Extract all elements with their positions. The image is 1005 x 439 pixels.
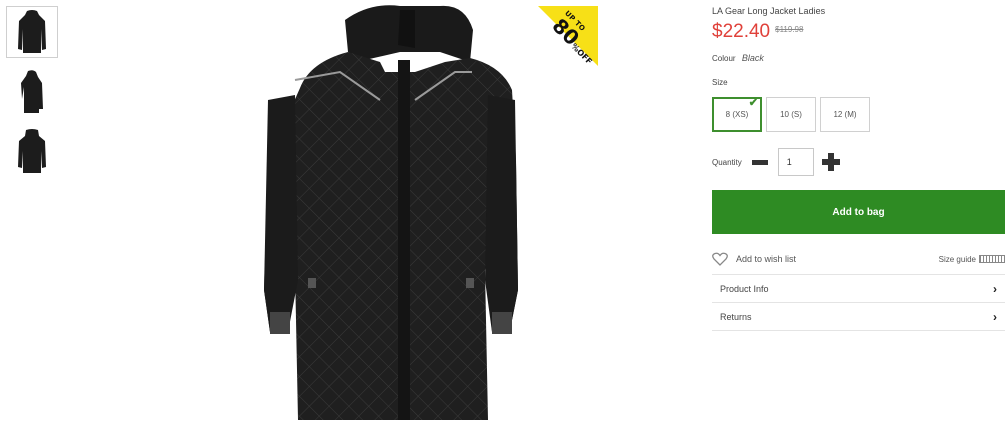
size-label: Size — [712, 78, 728, 87]
colour-label: Colour — [712, 54, 736, 63]
accordion-label: Product Info — [720, 283, 769, 294]
add-to-wish-list-link[interactable]: Add to wish list — [736, 254, 796, 264]
chevron-right-icon: › — [993, 281, 997, 296]
was-price: $119.98 — [775, 25, 804, 34]
quantity-input[interactable] — [777, 148, 814, 176]
discount-badge: UP TO 80%OFF — [538, 6, 598, 66]
colour-value: Black — [741, 53, 764, 63]
quantity-row: Quantity — [712, 148, 1005, 176]
wish-list-row: Add to wish list Size guide — [712, 248, 1005, 275]
jacket-back-thumbnail-image — [18, 129, 46, 173]
quantity-increase-button[interactable] — [821, 153, 840, 171]
size-option-label: 12 (M) — [833, 110, 857, 119]
quantity-label: Quantity — [712, 157, 742, 167]
jacket-thumbnail-image — [18, 10, 46, 53]
size-guide-label: Size guide — [938, 254, 976, 264]
jacket-side-thumbnail-image — [21, 70, 43, 113]
thumbnail-side[interactable] — [6, 66, 58, 118]
size-option-12-m[interactable]: 12 (M) — [820, 97, 870, 132]
size-option-label: 8 (XS) — [725, 110, 749, 119]
check-icon: ✔ — [748, 97, 758, 109]
ruler-icon — [979, 255, 1005, 263]
size-option-label: 10 (S) — [780, 110, 802, 119]
thumbnail-list — [6, 6, 60, 186]
accordion-returns[interactable]: Returns › — [712, 303, 1005, 331]
colour-row: Colour Black — [712, 53, 1005, 63]
add-to-bag-button[interactable]: Add to bag — [712, 190, 1005, 234]
size-option-8-xs[interactable]: 8 (XS) ✔ — [712, 97, 762, 132]
thumbnail-back[interactable] — [6, 126, 58, 178]
accordion-label: Returns — [720, 311, 752, 322]
chevron-right-icon: › — [993, 309, 997, 324]
product-title: LA Gear Long Jacket Ladies — [712, 6, 826, 16]
thumbnail-front[interactable] — [6, 6, 58, 58]
product-details-panel: LA Gear Long Jacket Ladies $22.40 $119.9… — [712, 0, 1005, 331]
size-guide-link[interactable]: Size guide — [939, 255, 1005, 264]
quantity-decrease-button[interactable] — [751, 159, 768, 165]
current-price: $22.40 — [712, 21, 771, 42]
price-row: $22.40 $119.98 — [712, 21, 1005, 43]
accordion-product-info[interactable]: Product Info › — [712, 275, 1005, 303]
size-option-10-s[interactable]: 10 (S) — [766, 97, 816, 132]
size-options: 8 (XS) ✔ 10 (S) 12 (M) — [712, 97, 1005, 132]
heart-icon[interactable] — [712, 252, 728, 266]
